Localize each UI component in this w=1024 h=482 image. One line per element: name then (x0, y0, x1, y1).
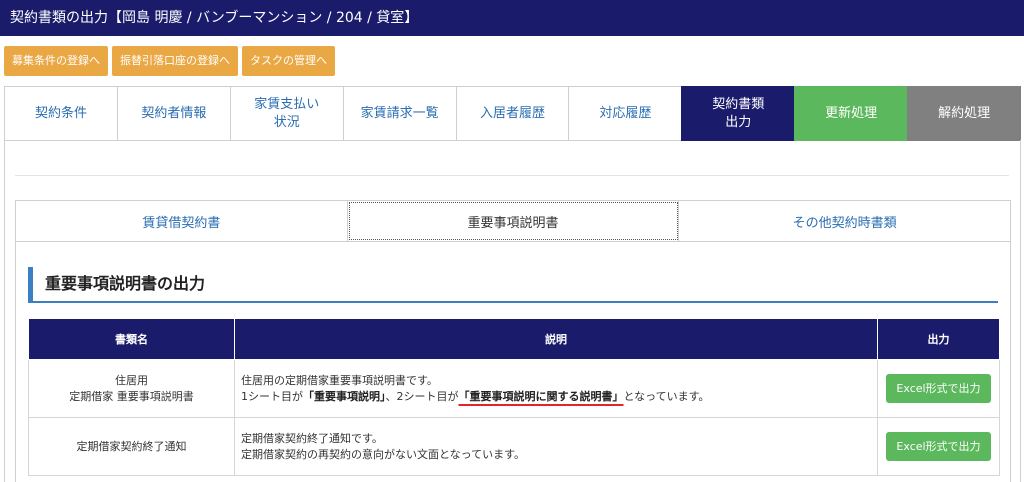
recruitment-conditions-button[interactable]: 募集条件の登録へ (4, 46, 108, 76)
tab-contractor-info[interactable]: 契約者情報 (116, 86, 230, 141)
document-type-tabs: 賃貸借契約書 重要事項説明書 その他契約時書類 (16, 201, 1011, 242)
documents-table: 書類名 説明 出力 住居用 定期借家 重要事項説明書 住居用の定期借家重要事項説… (28, 318, 1000, 476)
column-header-document-name: 書類名 (28, 318, 235, 360)
tab-rent-invoice-list[interactable]: 家賃請求一覧 (342, 86, 456, 141)
document-name-line: 定期借家 重要事項説明書 (69, 389, 194, 403)
divider (15, 175, 1009, 176)
document-section: 賃貸借契約書 重要事項説明書 その他契約時書類 重要事項説明書の出力 書類名 説… (15, 200, 1011, 482)
tab-panel: 賃貸借契約書 重要事項説明書 その他契約時書類 重要事項説明書の出力 書類名 説… (4, 140, 1021, 482)
main-tabs: 契約条件 契約者情報 家賃支払い 状況 家賃請求一覧 入居者履歴 対応履歴 契約… (4, 86, 1022, 141)
description-text: 1シート目が (241, 389, 303, 403)
excel-export-button[interactable]: Excel形式で出力 (886, 374, 991, 403)
description-line: 定期借家契約の再契約の意向がない文面となっています。 (241, 447, 526, 461)
tab-rent-payment-status[interactable]: 家賃支払い 状況 (229, 86, 343, 141)
document-name-line: 住居用 (115, 373, 148, 387)
table-header-row: 書類名 説明 出力 (28, 318, 1000, 360)
description-line: 1シート目が「重要事項説明」、2シート目が「重要事項説明に関する説明書」となって… (241, 389, 877, 405)
description-text: 、2シート目が (385, 389, 459, 403)
table-row: 住居用 定期借家 重要事項説明書 住居用の定期借家重要事項説明書です。 1シート… (28, 359, 1000, 418)
excel-export-button[interactable]: Excel形式で出力 (886, 432, 991, 461)
output-cell: Excel形式で出力 (877, 417, 1000, 476)
document-name-cell: 住居用 定期借家 重要事項説明書 (28, 359, 235, 418)
section-heading: 重要事項説明書の出力 (28, 267, 998, 303)
tab-contract-conditions[interactable]: 契約条件 (4, 86, 117, 141)
description-cell: 定期借家契約終了通知です。 定期借家契約の再契約の意向がない文面となっています。 (234, 417, 878, 476)
tab-important-matters[interactable]: 重要事項説明書 (347, 201, 680, 241)
tab-contract-documents[interactable]: 契約書類 出力 (681, 86, 795, 141)
output-cell: Excel形式で出力 (877, 359, 1000, 418)
document-name-line: 定期借家契約終了通知 (76, 439, 187, 453)
description-line: 住居用の定期借家重要事項説明書です。 (241, 373, 438, 387)
sheet1-name: 「重要事項説明」 (303, 389, 386, 403)
document-name-cell: 定期借家契約終了通知 (28, 417, 235, 476)
tab-renewal[interactable]: 更新処理 (794, 86, 908, 141)
description-line: 定期借家契約終了通知です。 (241, 431, 383, 445)
tab-other-documents[interactable]: その他契約時書類 (679, 201, 1011, 241)
transfer-account-button[interactable]: 振替引落口座の登録へ (112, 46, 238, 76)
column-header-description: 説明 (234, 318, 878, 360)
tab-tenant-history[interactable]: 入居者履歴 (455, 86, 569, 141)
tab-lease-agreement[interactable]: 賃貸借契約書 (16, 201, 348, 241)
table-row: 定期借家契約終了通知 定期借家契約終了通知です。 定期借家契約の再契約の意向がな… (28, 417, 1000, 476)
column-header-output: 出力 (877, 318, 1000, 360)
sheet2-name-highlight: 「重要事項説明に関する説明書」 (458, 389, 624, 403)
tab-cancellation[interactable]: 解約処理 (907, 86, 1022, 141)
description-cell: 住居用の定期借家重要事項説明書です。 1シート目が「重要事項説明」、2シート目が… (234, 359, 878, 418)
tab-response-history[interactable]: 対応履歴 (568, 86, 682, 141)
description-text: となっています。 (623, 389, 710, 403)
quick-links: 募集条件の登録へ 振替引落口座の登録へ タスクの管理へ (4, 46, 335, 76)
page-title: 契約書類の出力【岡島 明慶 / バンブーマンション / 204 / 貸室】 (0, 0, 1024, 36)
task-management-button[interactable]: タスクの管理へ (242, 46, 335, 76)
